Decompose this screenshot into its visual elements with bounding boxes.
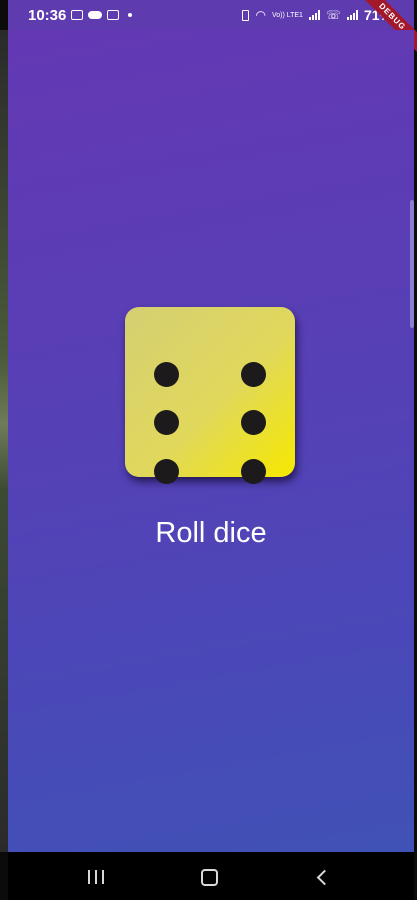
dice-pip (241, 362, 266, 387)
dice-image[interactable] (125, 307, 295, 484)
roll-dice-button[interactable]: Roll dice (8, 517, 414, 550)
recents-button[interactable] (76, 864, 116, 890)
dice-pip (154, 410, 179, 435)
status-bar: 10:36 ◠ Vo)) LTE1 ☏ 71% DEBUG (8, 0, 417, 58)
status-time: 10:36 (28, 6, 67, 24)
back-button[interactable] (302, 864, 342, 890)
signal-icon-2 (346, 10, 358, 20)
status-left: 10:36 (28, 6, 133, 24)
navigation-bar (8, 852, 414, 900)
home-icon (200, 868, 218, 886)
wifi-calling-icon: ☏ (325, 8, 341, 22)
scrollbar-thumb[interactable] (410, 200, 414, 328)
recents-icon (88, 870, 104, 884)
battery-saver-icon (242, 9, 250, 21)
background-app-sliver (0, 30, 8, 852)
notification-icon (71, 10, 84, 20)
wifi-icon: ◠ (255, 8, 266, 22)
phone-screen: 10:36 ◠ Vo)) LTE1 ☏ 71% DEBUG Roll dice (8, 0, 417, 900)
cloud-icon (88, 11, 103, 19)
back-icon (316, 869, 332, 885)
news-icon (107, 10, 120, 20)
dice-pip (241, 459, 266, 484)
dice-pip (154, 362, 179, 387)
volte-label: Vo)) LTE1 (271, 11, 303, 19)
app-body: Roll dice (8, 30, 414, 852)
home-button[interactable] (189, 864, 229, 890)
more-notifications-icon (128, 13, 133, 17)
screen: 10:36 ◠ Vo)) LTE1 ☏ 71% DEBUG Roll dice (0, 0, 417, 900)
dice-pip (241, 410, 266, 435)
signal-icon (308, 10, 320, 20)
status-right: ◠ Vo)) LTE1 ☏ 71% (242, 7, 392, 23)
dice-pip (154, 459, 179, 484)
